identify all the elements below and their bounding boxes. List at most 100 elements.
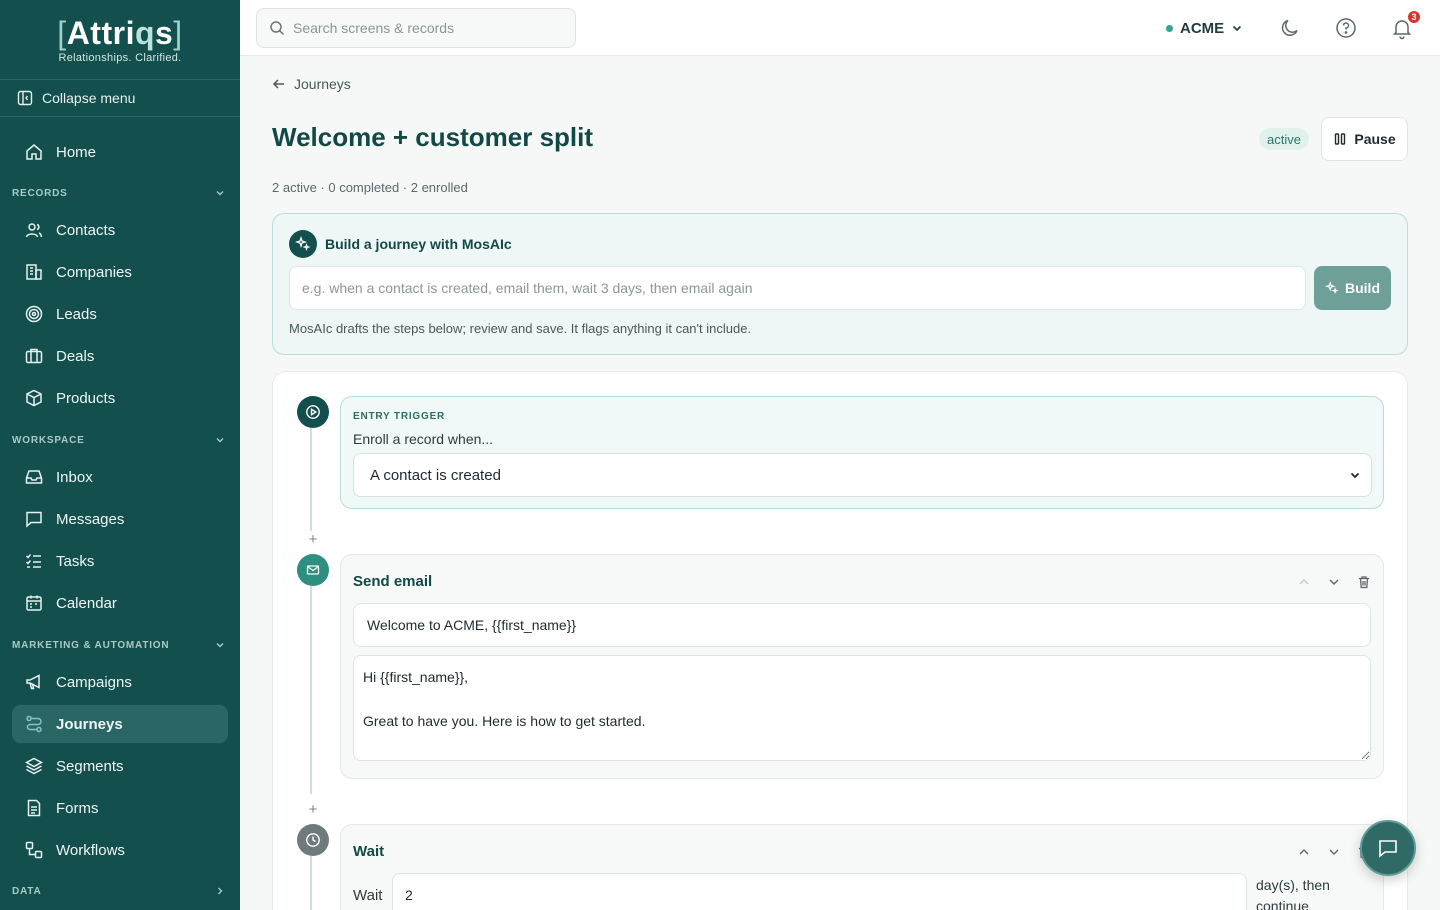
- pause-button[interactable]: Pause: [1321, 117, 1408, 161]
- sidebar-item-products[interactable]: Products: [12, 379, 228, 417]
- sidebar-item-contacts[interactable]: Contacts: [12, 211, 228, 249]
- chevron-up-icon: [1299, 849, 1309, 855]
- sidebar-item-deals[interactable]: Deals: [12, 337, 228, 375]
- home-icon: [26, 144, 42, 160]
- sidebar-item-calendar[interactable]: Calendar: [12, 584, 228, 622]
- trash-icon: [1359, 576, 1369, 589]
- chat-button[interactable]: [1360, 820, 1416, 876]
- theme-toggle-button[interactable]: [1278, 16, 1302, 40]
- ai-builder-panel: Build a journey with MosAIc Build MosAIc…: [272, 213, 1408, 355]
- chevron-down-icon: [1329, 579, 1339, 585]
- add-step-button[interactable]: +: [305, 531, 321, 548]
- sidebar-toggle-icon: [17, 90, 33, 106]
- notifications-button[interactable]: 3: [1390, 9, 1422, 40]
- sidebar-item-inbox[interactable]: Inbox: [12, 458, 228, 496]
- sidebar-item-workflows[interactable]: Workflows: [12, 831, 228, 869]
- marketing-nav: Campaigns Journeys Segments Forms Workfl…: [0, 663, 240, 869]
- ai-builder-heading: Build a journey with MosAIc: [289, 230, 512, 258]
- search-icon: [270, 21, 285, 36]
- trigger-node: [297, 396, 329, 428]
- section-marketing-toggle[interactable]: MARKETING & AUTOMATION: [0, 627, 240, 663]
- calendar-icon: [26, 595, 42, 611]
- topbar: ACME 3: [240, 0, 1440, 56]
- move-down-button[interactable]: [1327, 845, 1341, 859]
- users-icon: [25, 223, 43, 238]
- move-down-button[interactable]: [1327, 575, 1341, 589]
- sidebar-item-journeys[interactable]: Journeys: [12, 705, 228, 743]
- chevron-down-icon: [1233, 25, 1242, 32]
- sidebar-item-tasks[interactable]: Tasks: [12, 542, 228, 580]
- section-workspace-toggle[interactable]: WORKSPACE: [0, 422, 240, 458]
- move-up-button[interactable]: [1297, 845, 1311, 859]
- collapse-menu-button[interactable]: Collapse menu: [0, 80, 240, 117]
- journey-stats: 2 active · 0 completed · 2 enrolled: [272, 180, 468, 195]
- sparkle-icon: [1325, 281, 1339, 295]
- back-to-journeys-link[interactable]: Journeys: [272, 76, 351, 92]
- section-data-toggle[interactable]: DATA: [0, 873, 240, 909]
- sidebar-item-companies[interactable]: Companies: [12, 253, 228, 291]
- org-status-dot: [1166, 24, 1173, 32]
- chevron-down-icon: [216, 438, 224, 443]
- sidebar-item-segments[interactable]: Segments: [12, 747, 228, 785]
- section-records-toggle[interactable]: RECORDS: [0, 175, 240, 211]
- entry-trigger-card: ENTRY TRIGGER Enroll a record when... A …: [340, 396, 1384, 509]
- ai-prompt-input[interactable]: [289, 266, 1306, 310]
- notification-badge: 3: [1406, 9, 1422, 25]
- route-icon: [26, 715, 42, 733]
- trigger-select[interactable]: A contact is created: [353, 453, 1372, 497]
- chevron-down-icon: [216, 191, 224, 196]
- org-switcher[interactable]: ACME: [1166, 16, 1243, 40]
- move-up-button[interactable]: [1297, 575, 1311, 589]
- search-input[interactable]: [293, 20, 563, 36]
- checklist-icon: [25, 554, 41, 568]
- pause-icon: [1335, 133, 1346, 145]
- entry-trigger-eyebrow: ENTRY TRIGGER: [353, 411, 446, 422]
- target-icon: [25, 305, 43, 323]
- brand: [Attriqs] Relationships. Clarified.: [0, 0, 240, 80]
- sidebar-nav: Home: [0, 117, 240, 171]
- chevron-down-icon: [1350, 472, 1360, 479]
- sidebar-item-home[interactable]: Home: [12, 133, 228, 171]
- flow-connector: [310, 856, 312, 910]
- add-step-button[interactable]: +: [305, 801, 321, 818]
- workspace-nav: Inbox Messages Tasks Calendar: [0, 458, 240, 622]
- wait-step-card: Wait Wait day(s), then continue: [340, 824, 1384, 910]
- building-icon: [26, 264, 42, 280]
- main-content: Journeys Welcome + customer split 2 acti…: [240, 56, 1440, 910]
- layers-icon: [24, 757, 44, 775]
- trigger-selected-value: A contact is created: [370, 466, 501, 484]
- email-body-textarea[interactable]: Hi {{first_name}}, Great to have you. He…: [353, 655, 1371, 761]
- org-name: ACME: [1180, 19, 1225, 37]
- records-nav: Contacts Companies Leads Deals Products: [0, 211, 240, 417]
- sidebar-item-messages[interactable]: Messages: [12, 500, 228, 538]
- email-subject-input[interactable]: [353, 603, 1371, 647]
- wait-suffix: day(s), then continue: [1256, 877, 1330, 910]
- wait-days-input[interactable]: [392, 873, 1247, 910]
- delete-step-button[interactable]: [1357, 575, 1371, 589]
- enroll-label: Enroll a record when...: [353, 431, 494, 447]
- logo: [Attriqs]: [57, 14, 183, 51]
- workflow-icon: [25, 841, 43, 859]
- sidebar-item-leads[interactable]: Leads: [12, 295, 228, 333]
- chevron-down-icon: [216, 643, 224, 648]
- help-icon: [1336, 18, 1356, 38]
- step-actions: [1297, 575, 1371, 589]
- step-title: Send email: [353, 573, 433, 590]
- sidebar-item-forms[interactable]: Forms: [12, 789, 228, 827]
- sidebar: [Attriqs] Relationships. Clarified. Coll…: [0, 0, 240, 910]
- sidebar-item-campaigns[interactable]: Campaigns: [12, 663, 228, 701]
- arrow-left-icon: [272, 79, 284, 89]
- page-title: Welcome + customer split: [272, 122, 594, 152]
- search-box[interactable]: [256, 8, 576, 48]
- message-icon: [26, 511, 42, 528]
- flow-connector: [310, 412, 312, 531]
- build-button[interactable]: Build: [1314, 266, 1391, 310]
- chevron-right-icon: [218, 887, 223, 895]
- help-button[interactable]: [1334, 16, 1358, 40]
- inbox-icon: [25, 470, 43, 484]
- form-icon: [27, 799, 41, 817]
- chat-icon: [1379, 840, 1397, 858]
- mail-icon: [306, 565, 320, 575]
- wait-label: Wait: [353, 887, 383, 904]
- megaphone-icon: [26, 674, 40, 690]
